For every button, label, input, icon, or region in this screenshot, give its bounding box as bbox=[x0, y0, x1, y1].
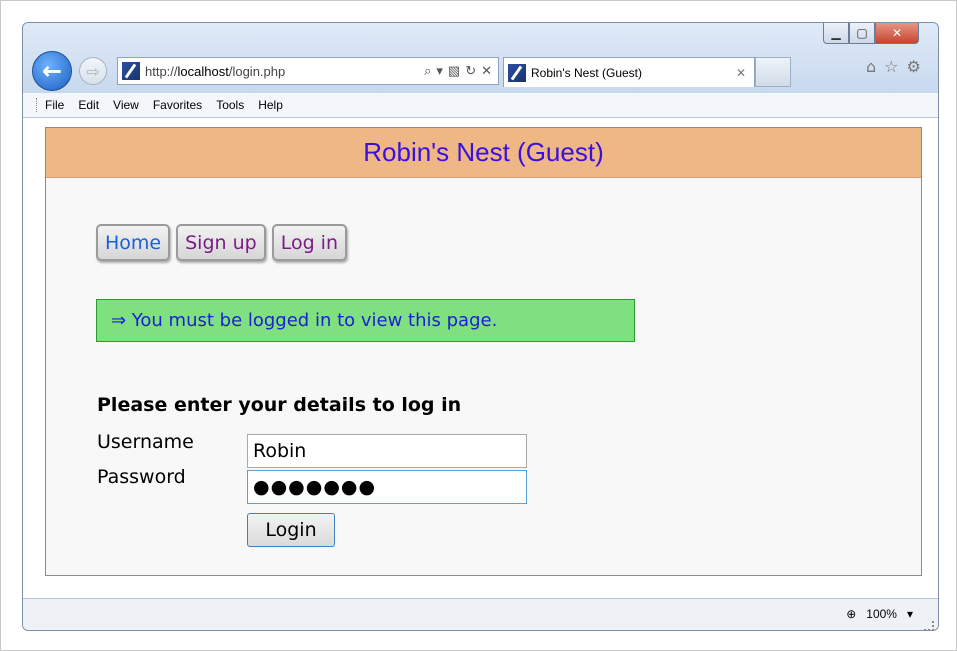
menu-favorites[interactable]: Favorites bbox=[153, 98, 202, 112]
zoom-control[interactable]: ⊕ 100% ▾ bbox=[846, 607, 913, 621]
search-icon[interactable]: ⌕ bbox=[424, 63, 431, 79]
tab-close-icon[interactable]: ✕ bbox=[736, 66, 746, 80]
username-label: Username bbox=[97, 431, 194, 453]
zoom-level: 100% bbox=[866, 607, 897, 621]
login-button[interactable]: Login bbox=[247, 513, 335, 547]
login-required-notice: ⇒ You must be logged in to view this pag… bbox=[96, 299, 635, 342]
site-header: Robin's Nest (Guest) bbox=[46, 128, 921, 178]
forward-arrow-icon: ⇨ bbox=[86, 61, 100, 81]
form-heading: Please enter your details to log in bbox=[97, 394, 462, 416]
menu-file[interactable]: File bbox=[45, 98, 64, 112]
site-nav: Home Sign up Log in bbox=[96, 224, 347, 261]
back-arrow-icon: ← bbox=[41, 57, 63, 85]
title-bar: ▁ ▢ ✕ ← ⇨ http://localhost/login.php ⌕ ▾… bbox=[23, 23, 938, 93]
url-scheme: http:// bbox=[145, 63, 178, 79]
status-bar: ⊕ 100% ▾ bbox=[23, 598, 938, 630]
nav-signup-button[interactable]: Sign up bbox=[176, 224, 266, 261]
close-window-button[interactable]: ✕ bbox=[875, 23, 919, 44]
compat-view-icon[interactable]: ▧ bbox=[448, 63, 460, 79]
zoom-icon: ⊕ bbox=[846, 607, 857, 621]
dropdown-icon[interactable]: ▾ bbox=[436, 63, 443, 79]
menu-edit[interactable]: Edit bbox=[78, 98, 99, 112]
menu-bar: File Edit View Favorites Tools Help bbox=[23, 93, 938, 118]
settings-gear-icon[interactable]: ⚙ bbox=[907, 57, 921, 76]
minimize-button[interactable]: ▁ bbox=[823, 23, 849, 44]
menu-help[interactable]: Help bbox=[258, 98, 283, 112]
new-tab-button[interactable] bbox=[755, 57, 791, 87]
password-label: Password bbox=[97, 466, 186, 488]
maximize-button[interactable]: ▢ bbox=[849, 23, 875, 44]
tab-favicon bbox=[508, 63, 526, 82]
browser-toolbar-icons: ⌂ ☆ ⚙ bbox=[866, 57, 921, 76]
username-field[interactable]: Robin bbox=[247, 434, 527, 468]
password-field[interactable]: ●●●●●●● bbox=[247, 470, 527, 504]
url-path: /login.php bbox=[228, 63, 286, 79]
browser-viewport: Robin's Nest (Guest) Home Sign up Log in… bbox=[23, 118, 938, 598]
resize-grip[interactable] bbox=[924, 621, 934, 630]
web-page: Robin's Nest (Guest) Home Sign up Log in… bbox=[45, 127, 922, 576]
stop-icon[interactable]: ✕ bbox=[481, 63, 492, 79]
nav-home-button[interactable]: Home bbox=[96, 224, 171, 261]
menu-grip[interactable] bbox=[36, 98, 41, 112]
site-favicon bbox=[122, 62, 140, 80]
address-bar[interactable]: http://localhost/login.php ⌕ ▾ ▧ ↻ ✕ bbox=[117, 57, 499, 85]
menu-tools[interactable]: Tools bbox=[216, 98, 244, 112]
zoom-dropdown-icon[interactable]: ▾ bbox=[907, 607, 913, 621]
favorites-star-icon[interactable]: ☆ bbox=[884, 57, 898, 76]
home-icon[interactable]: ⌂ bbox=[866, 57, 876, 76]
address-tools: ⌕ ▾ ▧ ↻ ✕ bbox=[424, 63, 492, 79]
browser-window: ▁ ▢ ✕ ← ⇨ http://localhost/login.php ⌕ ▾… bbox=[22, 22, 939, 631]
forward-button[interactable]: ⇨ bbox=[79, 57, 107, 85]
address-url[interactable]: http://localhost/login.php bbox=[145, 64, 424, 79]
nav-login-button[interactable]: Log in bbox=[271, 224, 347, 261]
back-button[interactable]: ← bbox=[32, 51, 72, 91]
refresh-icon[interactable]: ↻ bbox=[465, 63, 476, 79]
menu-view[interactable]: View bbox=[113, 98, 139, 112]
tab-active[interactable]: Robin's Nest (Guest) ✕ bbox=[503, 57, 755, 87]
tab-label: Robin's Nest (Guest) bbox=[531, 65, 642, 80]
url-host: localhost bbox=[177, 63, 229, 79]
